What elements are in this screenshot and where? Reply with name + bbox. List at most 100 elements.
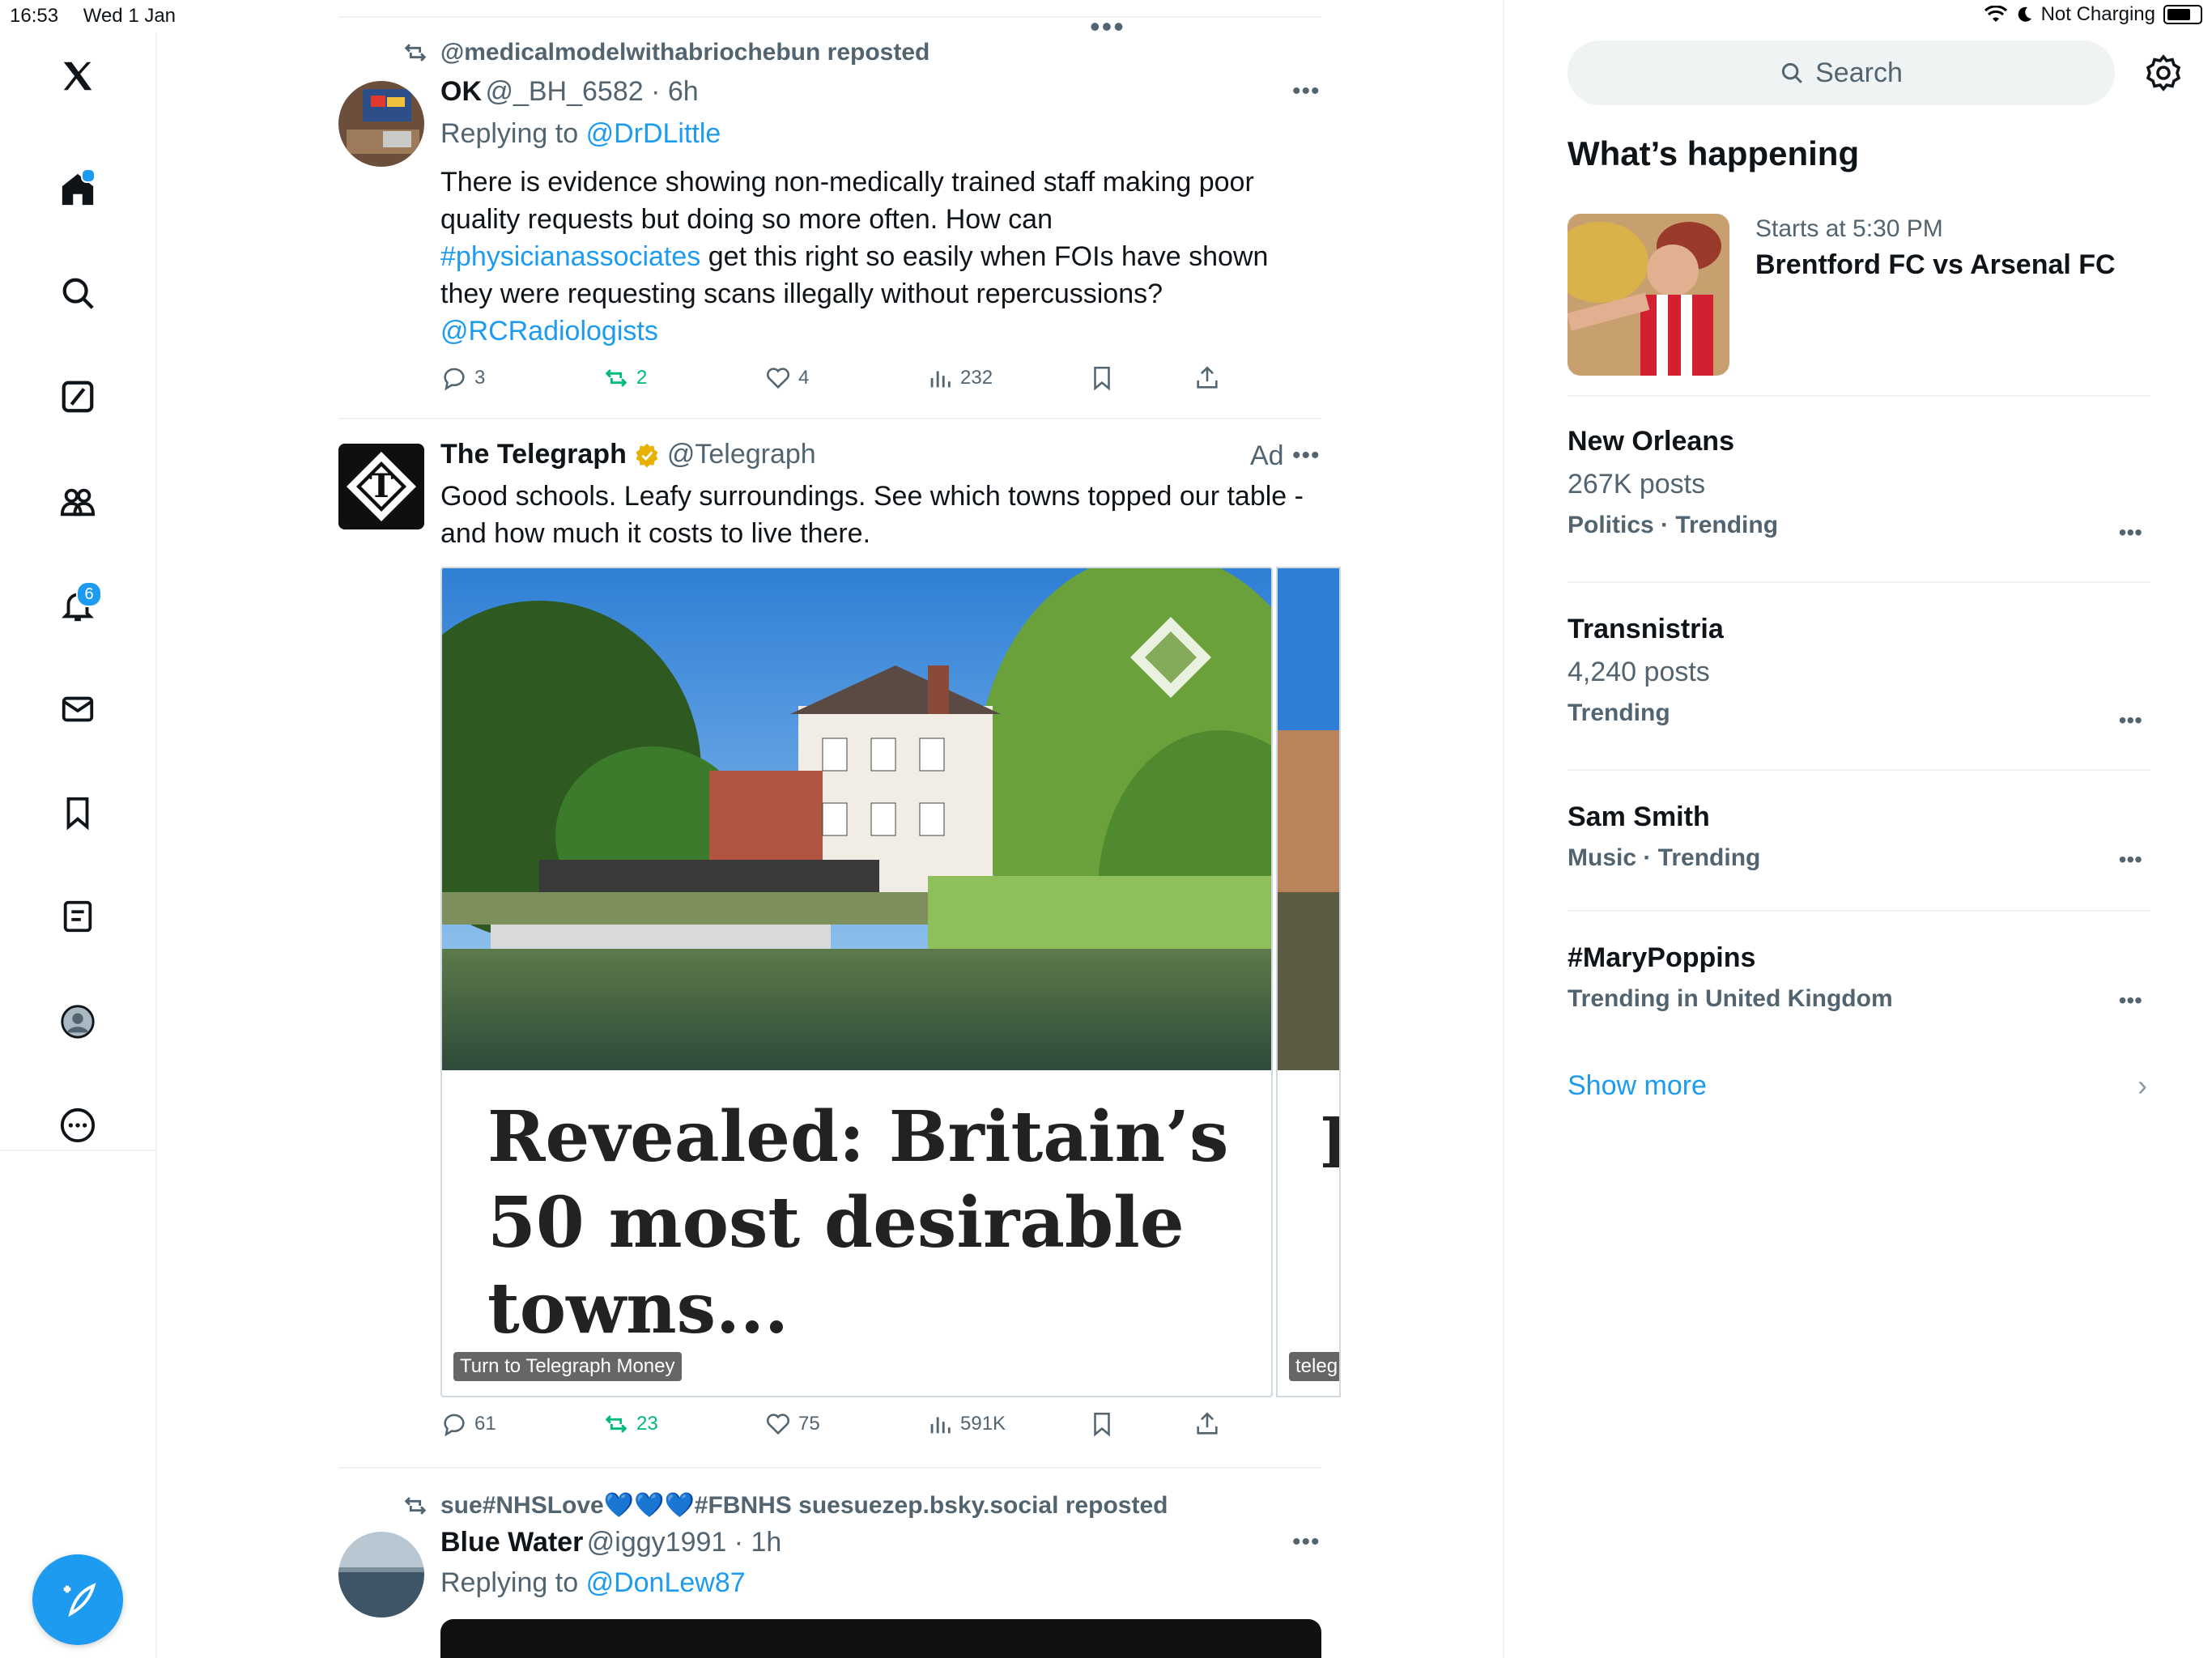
search-input[interactable]: Search <box>1568 40 2115 105</box>
repost-by: sue#NHSLove💙💙💙#FBNHS suesuezep.bsky.soci… <box>440 1492 1168 1519</box>
trend-name: New Orleans <box>1568 426 1734 457</box>
replying-to: Replying to @DonLew87 <box>440 1567 746 1599</box>
x-logo-icon[interactable] <box>52 50 104 102</box>
home-new-dot <box>81 168 96 183</box>
compose-post-button[interactable] <box>32 1554 123 1645</box>
grok-icon <box>62 380 94 413</box>
trend-more-button[interactable]: ••• <box>2119 847 2142 873</box>
tweet-header: The Telegraph @Telegraph <box>440 439 816 470</box>
ad-label: Ad <box>1250 440 1284 471</box>
more-circle-icon <box>60 1107 96 1143</box>
replying-prefix: Replying to <box>440 1567 579 1598</box>
hashtag-link[interactable]: #physicianassociates <box>440 241 700 272</box>
nav-more[interactable] <box>52 1099 104 1151</box>
tweet-media[interactable] <box>440 1619 1321 1658</box>
card-headline: Revealed: Britain’s 50 most desirable to… <box>487 1096 1229 1350</box>
show-more-link[interactable]: Show more <box>1568 1070 1707 1102</box>
event-thumbnail[interactable] <box>1568 214 1729 376</box>
profile-avatar-icon <box>61 1005 95 1039</box>
nav-messages[interactable] <box>52 683 104 735</box>
timeline-top-divider <box>338 16 1321 18</box>
status-bar-left: 16:53 Wed 1 Jan <box>10 5 195 28</box>
notifications-badge: 6 <box>76 581 102 607</box>
views-button[interactable]: 232 <box>926 364 993 392</box>
drag-handle[interactable]: ••• <box>1090 10 1125 44</box>
replying-prefix: Replying to <box>440 118 579 149</box>
nav-grok[interactable] <box>52 371 104 423</box>
trend-category: Trending <box>1568 699 1670 726</box>
share-icon <box>1197 1412 1218 1435</box>
feather-plus-icon <box>63 1583 96 1618</box>
avatar[interactable] <box>338 81 424 167</box>
reply-button[interactable]: 61 <box>440 1410 496 1438</box>
reply-mention-link[interactable]: @DonLew87 <box>586 1567 746 1598</box>
author-name[interactable]: Blue Water <box>440 1527 583 1558</box>
right-sidebar: Search What’s happening Starts at 5:30 P… <box>1503 0 2212 1658</box>
repost-icon <box>404 44 427 62</box>
search-icon <box>62 278 94 309</box>
list-icon <box>63 900 92 933</box>
reply-icon <box>444 1414 465 1437</box>
communities-icon <box>60 488 96 517</box>
author-name[interactable]: OK <box>440 76 482 107</box>
trend-item[interactable]: Transnistria 4,240 posts Trending ••• <box>1568 614 2150 743</box>
mention-link[interactable]: @RCRadiologists <box>440 316 658 346</box>
trend-item[interactable]: #MaryPoppins Trending in United Kingdom … <box>1568 942 2150 1023</box>
nav-bookmarks[interactable] <box>52 787 104 839</box>
reply-button[interactable]: 3 <box>440 364 485 392</box>
tweet-more-button[interactable]: ••• <box>1292 1528 1321 1556</box>
chevron-right-icon: › <box>2138 1069 2147 1102</box>
tweet-more-button[interactable]: ••• <box>1292 78 1321 105</box>
trend-item[interactable]: New Orleans 267K posts Politics · Trendi… <box>1568 426 2150 555</box>
repost-button[interactable]: 2 <box>602 364 647 392</box>
like-button[interactable]: 4 <box>764 364 809 392</box>
nav-lists[interactable] <box>52 891 104 942</box>
share-button[interactable] <box>1193 364 1221 392</box>
avatar[interactable]: T <box>338 444 424 529</box>
repost-indicator[interactable]: sue#NHSLove💙💙💙#FBNHS suesuezep.bsky.soci… <box>402 1491 1168 1520</box>
trend-divider <box>1568 581 2150 583</box>
nav-communities[interactable] <box>52 476 104 528</box>
nav-explore[interactable] <box>52 267 104 319</box>
bookmark-button[interactable] <box>1088 364 1116 392</box>
section-title: What’s happening <box>1568 134 1860 172</box>
author-handle-time[interactable]: @iggy1991 · 1h <box>587 1527 782 1558</box>
bookmark-icon <box>1094 1412 1110 1437</box>
bookmark-button[interactable] <box>1088 1410 1116 1438</box>
reply-count: 3 <box>474 367 486 389</box>
event-title[interactable]: Brentford FC vs Arsenal FC <box>1755 249 2116 281</box>
trend-item[interactable]: Sam Smith Music · Trending ••• <box>1568 801 2150 882</box>
repost-indicator[interactable]: @medicalmodelwithabriochebun reposted <box>402 39 929 66</box>
left-navigation: 6 <box>0 32 157 1658</box>
trend-more-button[interactable]: ••• <box>2119 520 2142 546</box>
repost-button[interactable]: 23 <box>602 1410 658 1438</box>
heart-icon <box>766 368 790 389</box>
author-name[interactable]: The Telegraph <box>440 439 627 470</box>
like-button[interactable]: 75 <box>764 1410 820 1438</box>
trend-more-button[interactable]: ••• <box>2119 708 2142 733</box>
repost-count: 2 <box>636 367 648 389</box>
trend-category: Politics · Trending <box>1568 512 1779 538</box>
avatar[interactable] <box>338 1532 424 1618</box>
trend-divider <box>1568 910 2150 912</box>
tweet-text-part: There is evidence showing non-medically … <box>440 167 1254 235</box>
tweet-more-button[interactable]: ••• <box>1292 442 1321 470</box>
views-button[interactable]: 591K <box>926 1410 1006 1438</box>
author-handle-time[interactable]: @_BH_6582 · 6h <box>485 76 698 107</box>
card-next-tag: teleg <box>1289 1352 1339 1381</box>
reply-mention-link[interactable]: @DrDLittle <box>586 118 721 149</box>
tweet-actions: 3 2 4 232 <box>440 364 1250 397</box>
share-button[interactable] <box>1193 1410 1221 1438</box>
gear-icon[interactable] <box>2144 53 2183 92</box>
status-date: Wed 1 Jan <box>83 5 177 27</box>
nav-home[interactable] <box>52 164 104 215</box>
nav-profile[interactable] <box>52 996 104 1048</box>
nav-notifications[interactable]: 6 <box>52 580 104 631</box>
card-source-tag: Turn to Telegraph Money <box>453 1352 682 1381</box>
trend-more-button[interactable]: ••• <box>2119 988 2142 1014</box>
views-count: 232 <box>960 367 993 389</box>
ad-card[interactable]: Revealed: Britain’s 50 most desirable to… <box>440 567 1273 1397</box>
ad-card-next[interactable]: I teleg <box>1276 567 1341 1397</box>
author-handle[interactable]: @Telegraph <box>667 439 816 470</box>
repost-by: @medicalmodelwithabriochebun reposted <box>440 39 930 66</box>
